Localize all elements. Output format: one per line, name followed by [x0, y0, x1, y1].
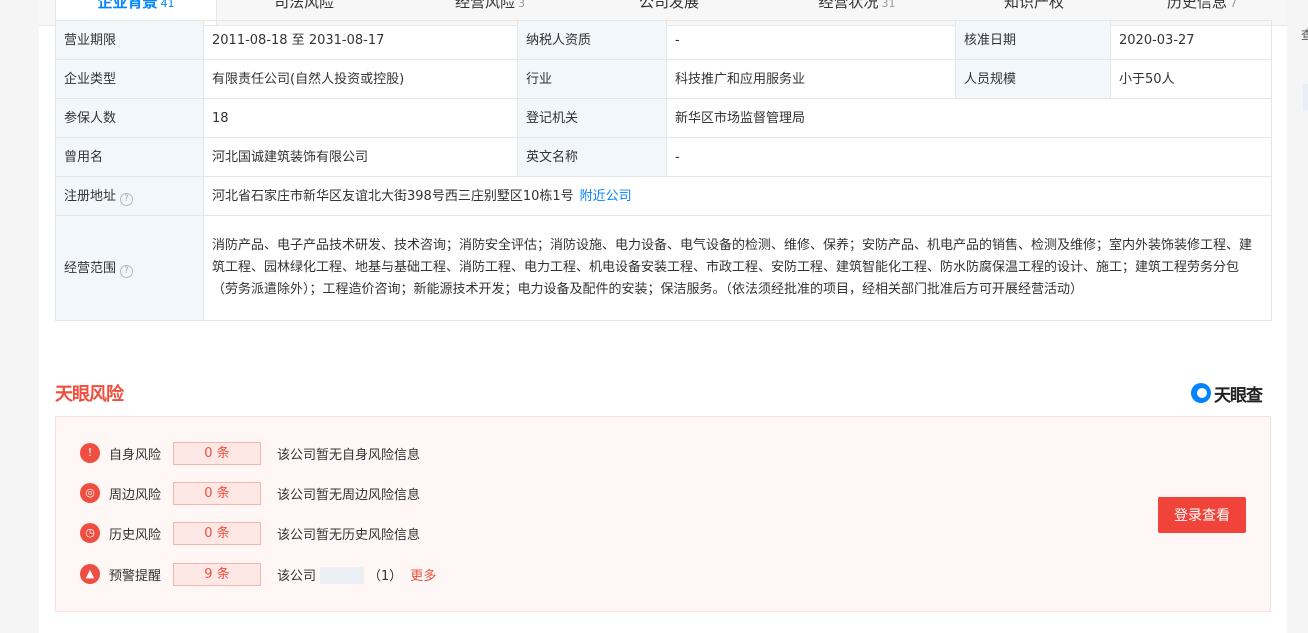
- business-info-table: 营业期限 2011-08-18 至 2031-08-17 纳税人资质 - 核准日…: [55, 20, 1272, 321]
- risk-row-surrounding: ◎ 周边风险 0 条 该公司暂无周边风险信息: [80, 481, 420, 505]
- scope-label: 经营范围: [64, 260, 117, 276]
- brand-name: 天眼查: [1214, 385, 1263, 406]
- former-name-value: 河北国诚建筑装饰有限公司: [203, 137, 518, 177]
- registration-authority-value: 新华区市场监督管理局: [666, 98, 1272, 138]
- warning-prefix: 该公司: [277, 568, 317, 584]
- clock-icon: ◷: [80, 523, 100, 543]
- nearby-companies-link[interactable]: 附近公司: [580, 189, 632, 204]
- english-name-label: 英文名称: [517, 137, 667, 177]
- risk-count-badge[interactable]: 0 条: [173, 521, 261, 545]
- risk-count-badge[interactable]: 0 条: [173, 441, 261, 465]
- risk-label: 周边风险: [109, 487, 162, 503]
- address-value-cell: 河北省石家庄市新华区友谊北大街398号西三庄别墅区10栋1号 附近公司: [203, 176, 1272, 216]
- tab-count: 31: [881, 0, 896, 10]
- tab-count: 41: [160, 0, 175, 10]
- login-view-button[interactable]: 登录查看: [1158, 497, 1246, 533]
- right-edge-tab[interactable]: [1303, 84, 1308, 110]
- tab-count: 7: [1230, 0, 1237, 10]
- risk-description: 该公司暂无周边风险信息: [277, 487, 421, 503]
- address-label: 注册地址: [64, 188, 117, 204]
- risk-description: 该公司暂无自身风险信息: [277, 447, 421, 463]
- approval-date-value: 2020-03-27: [1110, 20, 1272, 60]
- risk-label: 历史风险: [109, 527, 162, 543]
- tab-label: 公司发展: [638, 0, 699, 11]
- blurred-company-name: [320, 566, 365, 584]
- tianyancha-logo: 天眼查: [1191, 382, 1263, 406]
- table-row: 参保人数 18 登记机关 新华区市场监督管理局: [55, 98, 1272, 138]
- tab-label: 历史信息: [1166, 0, 1227, 11]
- tab-label: 知识产权: [1003, 0, 1064, 11]
- staff-size-label: 人员规模: [955, 59, 1111, 99]
- taxpayer-label: 纳税人资质: [517, 20, 667, 60]
- risk-section-title: 天眼风险: [55, 384, 124, 405]
- tab-label: 企业背景: [97, 0, 158, 11]
- address-label-cell: 注册地址?: [55, 176, 204, 216]
- risk-row-warning: ▲ 预警提醒 9 条 该公司 （1） 更多: [80, 562, 436, 586]
- risk-row-self: ! 自身风险 0 条 该公司暂无自身风险信息: [80, 441, 420, 465]
- risk-row-history: ◷ 历史风险 0 条 该公司暂无历史风险信息: [80, 521, 420, 545]
- tab-count: 3: [518, 0, 525, 10]
- industry-label: 行业: [517, 59, 667, 99]
- warning-suffix: （1）: [368, 568, 403, 584]
- approval-date-label: 核准日期: [955, 20, 1111, 60]
- table-row: 企业类型 有限责任公司(自然人投资或控股) 行业 科技推广和应用服务业 人员规模…: [55, 59, 1272, 99]
- tab-label: 经营风险: [454, 0, 515, 11]
- insured-value: 18: [203, 98, 518, 138]
- tab-label: 司法风险: [273, 0, 334, 11]
- scope-value: 消防产品、电子产品技术研发、技术咨询；消防安全评估；消防设施、电力设备、电气设备…: [203, 215, 1272, 321]
- risk-count-badge[interactable]: 9 条: [173, 562, 261, 586]
- help-icon[interactable]: ?: [120, 192, 134, 206]
- table-row: 营业期限 2011-08-18 至 2031-08-17 纳税人资质 - 核准日…: [55, 20, 1272, 60]
- risk-description: 该公司 （1） 更多: [277, 565, 436, 584]
- help-icon[interactable]: ?: [120, 264, 134, 278]
- company-type-label: 企业类型: [55, 59, 204, 99]
- table-row: 经营范围? 消防产品、电子产品技术研发、技术咨询；消防安全评估；消防设施、电力设…: [55, 215, 1272, 321]
- industry-value: 科技推广和应用服务业: [666, 59, 956, 99]
- table-row: 注册地址? 河北省石家庄市新华区友谊北大街398号西三庄别墅区10栋1号 附近公司: [55, 176, 1272, 216]
- table-row: 曾用名 河北国诚建筑装饰有限公司 英文名称 -: [55, 137, 1272, 177]
- company-type-value: 有限责任公司(自然人投资或控股): [203, 59, 518, 99]
- company-detail-card: 企业背景 41 司法风险 经营风险 3 公司发展 经营状况 31 知识产权 历史信息 7…: [39, 0, 1287, 633]
- taxpayer-value: -: [666, 20, 956, 60]
- address-value: 河北省石家庄市新华区友谊北大街398号西三庄别墅区10栋1号: [212, 188, 574, 204]
- former-name-label: 曾用名: [55, 137, 204, 177]
- staff-size-value: 小于50人: [1110, 59, 1272, 99]
- eye-logo-icon: [1191, 383, 1211, 403]
- risk-label: 自身风险: [109, 447, 162, 463]
- business-term-label: 营业期限: [55, 20, 204, 60]
- business-term-value: 2011-08-18 至 2031-08-17: [203, 20, 518, 60]
- risk-description: 该公司暂无历史风险信息: [277, 527, 421, 543]
- tab-label: 经营状况: [818, 0, 879, 11]
- alarm-icon: ▲: [80, 564, 100, 584]
- registration-authority-label: 登记机关: [517, 98, 667, 138]
- surrounding-risk-icon: ◎: [80, 483, 100, 503]
- self-risk-icon: !: [80, 443, 100, 463]
- english-name-value: -: [666, 137, 1272, 177]
- risk-summary-panel: ! 自身风险 0 条 该公司暂无自身风险信息 ◎ 周边风险 0 条 该公司暂无周…: [55, 416, 1271, 612]
- right-edge-text: 查: [1301, 28, 1308, 42]
- risk-count-badge[interactable]: 0 条: [173, 481, 261, 505]
- risk-label: 预警提醒: [109, 568, 162, 584]
- scope-label-cell: 经营范围?: [55, 215, 204, 321]
- insured-label: 参保人数: [55, 98, 204, 138]
- more-link[interactable]: 更多: [410, 569, 436, 584]
